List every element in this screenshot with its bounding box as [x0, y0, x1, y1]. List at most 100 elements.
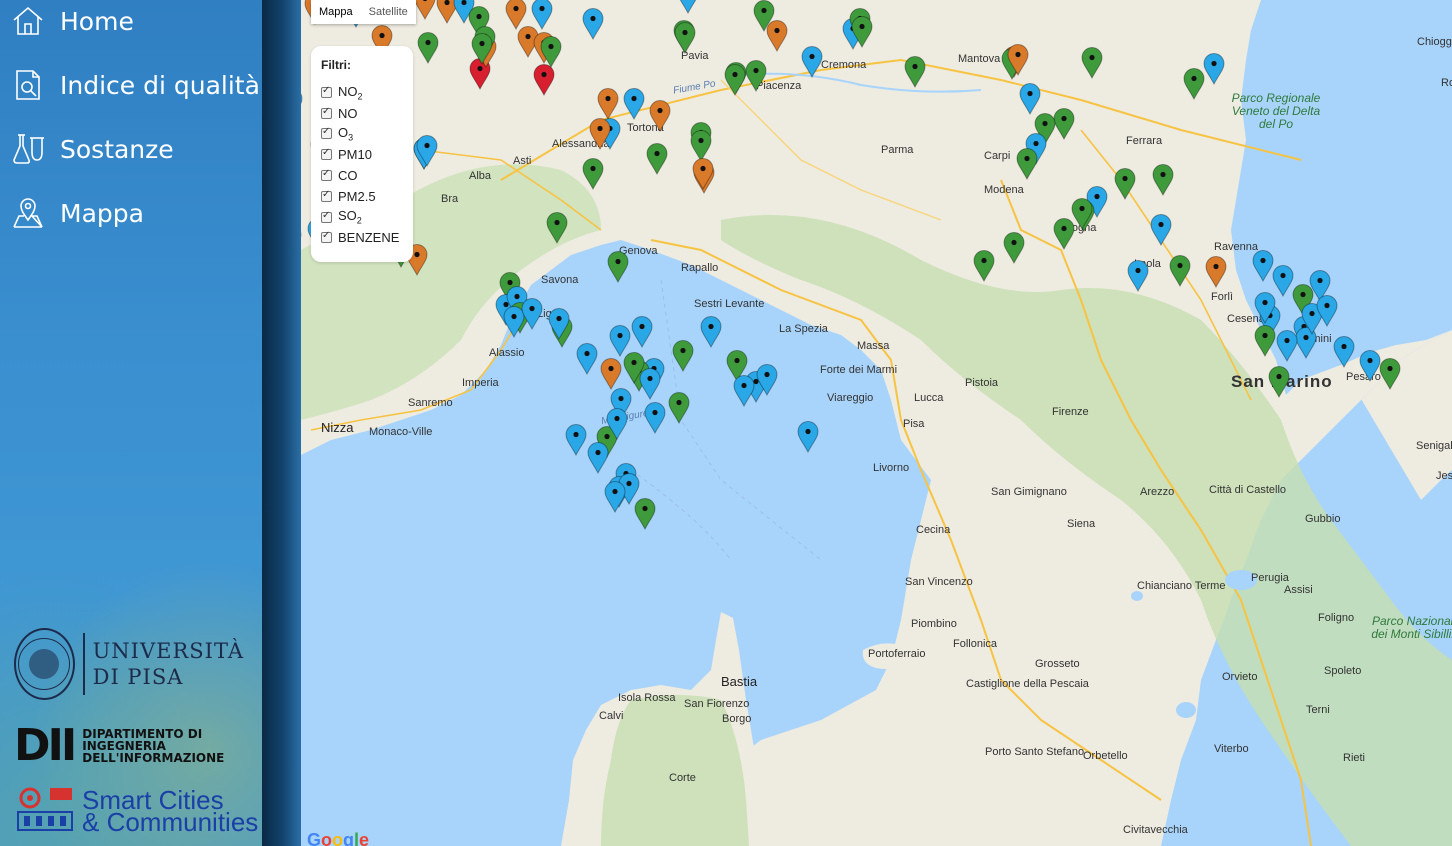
map-marker-orange[interactable] [1205, 256, 1227, 288]
map-marker-blue[interactable] [604, 481, 626, 513]
map-marker-green[interactable] [1183, 68, 1205, 100]
map-type-map-button[interactable]: Mappa [311, 0, 361, 24]
map-marker-green[interactable] [646, 143, 668, 175]
map-label: Parco Nazionale dei Monti Sibillini [1371, 614, 1452, 641]
map-marker-blue[interactable] [797, 421, 819, 453]
map-marker-blue[interactable] [1316, 295, 1338, 327]
map-marker-green[interactable] [1254, 325, 1276, 357]
map-marker-green[interactable] [674, 22, 696, 54]
map-marker-orange[interactable] [414, 0, 436, 20]
filter-row[interactable]: NO [321, 103, 403, 124]
map-marker-blue[interactable] [1150, 214, 1172, 246]
filter-row[interactable]: O3 [321, 124, 403, 145]
map-canvas[interactable]: ChioggiaMantovaRovigoCremonaPiacenzaPavi… [301, 0, 1452, 846]
map-marker-blue[interactable] [606, 408, 628, 440]
map-marker-blue[interactable] [1019, 83, 1041, 115]
map-marker-blue[interactable] [631, 316, 653, 348]
map-marker-blue[interactable] [1203, 53, 1225, 85]
map-marker-green[interactable] [1081, 47, 1103, 79]
map-marker-green[interactable] [417, 32, 439, 64]
map-marker-green[interactable] [973, 250, 995, 282]
map-marker-blue[interactable] [801, 46, 823, 78]
map-marker-blue[interactable] [700, 316, 722, 348]
nav-map-label: Mappa [60, 198, 144, 228]
map-marker-green[interactable] [1379, 358, 1401, 390]
map-label: Chioggia [1417, 36, 1452, 48]
map-marker-green[interactable] [1053, 218, 1075, 250]
map-marker-blue[interactable] [416, 135, 438, 167]
map-marker-blue[interactable] [639, 368, 661, 400]
map-label: Orbetello [1083, 750, 1128, 762]
filter-row[interactable]: SO2 [321, 207, 403, 228]
filter-row[interactable]: BENZENE [321, 228, 403, 249]
map-marker-green[interactable] [607, 251, 629, 283]
filter-row[interactable]: CO [321, 165, 403, 186]
map-marker-blue[interactable] [1276, 330, 1298, 362]
map-marker-blue[interactable] [1127, 260, 1149, 292]
google-logo[interactable]: Google [307, 830, 369, 846]
map-marker-orange[interactable] [766, 20, 788, 52]
map-marker-blue[interactable] [565, 424, 587, 456]
map-marker-green[interactable] [904, 56, 926, 88]
map-marker-blue[interactable] [1359, 350, 1381, 382]
map-label: Senigallia [1416, 440, 1452, 452]
map-marker-red[interactable] [533, 64, 555, 96]
map-marker-blue[interactable] [677, 0, 699, 14]
map-marker-blue[interactable] [521, 298, 543, 330]
filter-row[interactable]: PM2.5 [321, 186, 403, 207]
map-marker-orange[interactable] [692, 158, 714, 190]
map-label: Viterbo [1214, 743, 1249, 755]
map-marker-green[interactable] [301, 224, 302, 256]
map-marker-green[interactable] [1152, 164, 1174, 196]
map-marker-green[interactable] [1114, 168, 1136, 200]
map-marker-green[interactable] [668, 392, 690, 424]
map-marker-orange[interactable] [649, 100, 671, 132]
nav-substances[interactable]: Sostanze [10, 131, 174, 167]
filter-checkbox[interactable] [321, 230, 332, 244]
map-marker-blue[interactable] [756, 364, 778, 396]
map-type-satellite-button[interactable]: Satellite [361, 0, 416, 24]
dii-line3: DELL'INFORMAZIONE [82, 751, 225, 765]
filter-checkbox[interactable] [321, 210, 332, 223]
map-marker-blue[interactable] [733, 375, 755, 407]
filter-checkbox[interactable] [321, 85, 332, 98]
map-label: Castiglione della Pescaia [966, 678, 1089, 690]
map-marker-green[interactable] [1053, 108, 1075, 140]
map-marker-green[interactable] [672, 340, 694, 372]
nav-map[interactable]: Mappa [10, 195, 144, 231]
map-marker-green[interactable] [1169, 255, 1191, 287]
map-marker-green[interactable] [851, 16, 873, 48]
map-marker-blue[interactable] [576, 343, 598, 375]
filter-checkbox[interactable] [321, 168, 332, 182]
map-marker-blue[interactable] [548, 308, 570, 340]
map-marker-blue[interactable] [587, 442, 609, 474]
filter-checkbox[interactable] [321, 126, 332, 140]
map-marker-blue[interactable] [1333, 336, 1355, 368]
map-marker-orange[interactable] [1007, 44, 1029, 76]
filter-row[interactable]: PM10 [321, 144, 403, 165]
map-marker-green[interactable] [634, 498, 656, 530]
filter-checkbox[interactable] [321, 147, 332, 161]
map-marker-orange[interactable] [597, 88, 619, 120]
map-marker-orange[interactable] [589, 118, 611, 150]
map-marker-green[interactable] [546, 212, 568, 244]
map-marker-green[interactable] [724, 64, 746, 96]
map-marker-blue[interactable] [1254, 292, 1276, 324]
nav-quality-index[interactable]: Indice di qualità [10, 67, 260, 103]
map-marker-green[interactable] [471, 33, 493, 65]
map-marker-blue[interactable] [623, 88, 645, 120]
filter-row[interactable]: NO2 [321, 82, 403, 103]
map-marker-green[interactable] [1016, 148, 1038, 180]
map-marker-blue[interactable] [301, 88, 303, 120]
filter-checkbox[interactable] [321, 106, 332, 119]
map-marker-green[interactable] [1268, 366, 1290, 398]
map-marker-green[interactable] [1003, 232, 1025, 264]
map-marker-green[interactable] [745, 60, 767, 92]
nav-home[interactable]: Home [10, 3, 134, 39]
map-marker-blue[interactable] [1252, 250, 1274, 282]
map-marker-orange[interactable] [600, 358, 622, 390]
map-marker-blue[interactable] [644, 402, 666, 434]
map-marker-green[interactable] [582, 158, 604, 190]
filter-checkbox[interactable] [321, 189, 332, 202]
map-marker-blue[interactable] [582, 8, 604, 40]
